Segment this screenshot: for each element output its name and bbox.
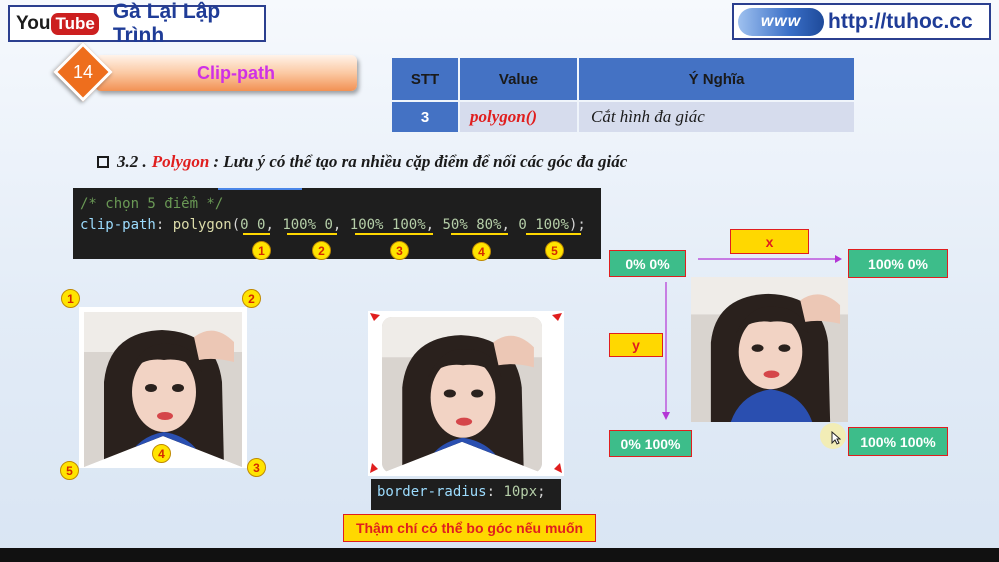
- code-badge-2: 2: [312, 241, 331, 260]
- corner-badge-5: 5: [60, 461, 79, 480]
- www-globe-icon: www: [738, 7, 824, 36]
- section-heading: 3.2 . Polygon : Lưu ý có thể tạo ra nhiề…: [97, 152, 627, 172]
- heading-keyword: Polygon: [151, 152, 210, 171]
- checkbox-bullet-icon: [97, 156, 109, 168]
- table-header-value: Value: [460, 58, 577, 100]
- mouse-cursor-icon: [831, 431, 841, 445]
- corner-badge-3: 3: [247, 458, 266, 477]
- table-cell-meaning: Cắt hình đa giác: [579, 102, 854, 132]
- coord-top-left: 0% 0%: [609, 250, 686, 277]
- point-underline-3: [355, 233, 433, 235]
- corner-badge-1: 1: [61, 289, 80, 308]
- code-badge-1: 1: [252, 241, 271, 260]
- bottom-bar: [0, 548, 999, 562]
- heading-prefix: 3.2 .: [117, 152, 147, 171]
- code-highlight-line: [218, 188, 302, 190]
- corner-arrows-icon: [370, 313, 562, 473]
- code-badge-3: 3: [390, 241, 409, 260]
- code-point-4: 50% 80%: [442, 217, 502, 233]
- topic-title: Clip-path: [197, 62, 275, 83]
- code-prop: clip-path: [80, 217, 156, 233]
- code-point-5: 0 100%: [518, 217, 569, 233]
- note-box: Thậm chí có thể bo góc nếu muốn: [343, 514, 596, 542]
- site-url: http://tuhoc.cc: [828, 9, 973, 33]
- site-banner: www http://tuhoc.cc: [732, 3, 991, 40]
- code-badge-5: 5: [545, 241, 564, 260]
- code-block: /* chọn 5 điểm */ clip-path: polygon(0 0…: [73, 188, 601, 259]
- point-underline-1: [243, 233, 270, 235]
- table-cell-value: polygon(): [460, 102, 577, 132]
- topic-number: 14: [72, 61, 94, 82]
- code-line: clip-path: polygon(0 0, 100% 0, 100% 100…: [80, 217, 586, 233]
- code-badge-4: 4: [472, 242, 491, 261]
- heading-text: : Lưu ý có thể tạo ra nhiều cặp điểm để …: [213, 152, 628, 171]
- topic-banner: Clip-path: [95, 55, 357, 91]
- table-header-meaning: Ý Nghĩa: [579, 58, 854, 100]
- point-underline-2: [287, 233, 337, 235]
- border-radius-code: border-radius: 10px;: [371, 479, 561, 510]
- table-row: 3 polygon() Cắt hình đa giác: [392, 102, 854, 132]
- code-comment: /* chọn 5 điểm */: [80, 196, 224, 212]
- table-header-stt: STT: [392, 58, 458, 100]
- point-underline-5: [526, 233, 581, 235]
- x-axis-label: x: [730, 229, 809, 254]
- corner-badge-2: 2: [242, 289, 261, 308]
- code-point-1: 0 0: [240, 217, 266, 233]
- value-table: STT Value Ý Nghĩa 3 polygon() Cắt hình đ…: [390, 56, 856, 134]
- youtube-logo-you: You: [16, 12, 51, 34]
- coord-bottom-right: 100% 100%: [848, 427, 948, 456]
- channel-brand: You Tube Gà Lại Lập Trình: [8, 0, 266, 47]
- coord-bottom-left: 0% 100%: [609, 430, 692, 457]
- code-point-3: 100% 100%: [349, 217, 426, 233]
- youtube-logo-tube: Tube: [51, 12, 99, 35]
- table-cell-stt: 3: [392, 102, 458, 132]
- corner-badge-4: 4: [152, 444, 171, 463]
- y-axis-label: y: [609, 333, 663, 357]
- channel-name: Gà Lại Lập Trình: [112, 0, 221, 47]
- code-point-2: 100% 0: [282, 217, 333, 233]
- code-func: polygon: [172, 217, 232, 233]
- point-underline-4: [451, 233, 508, 235]
- coord-top-right: 100% 0%: [848, 249, 948, 278]
